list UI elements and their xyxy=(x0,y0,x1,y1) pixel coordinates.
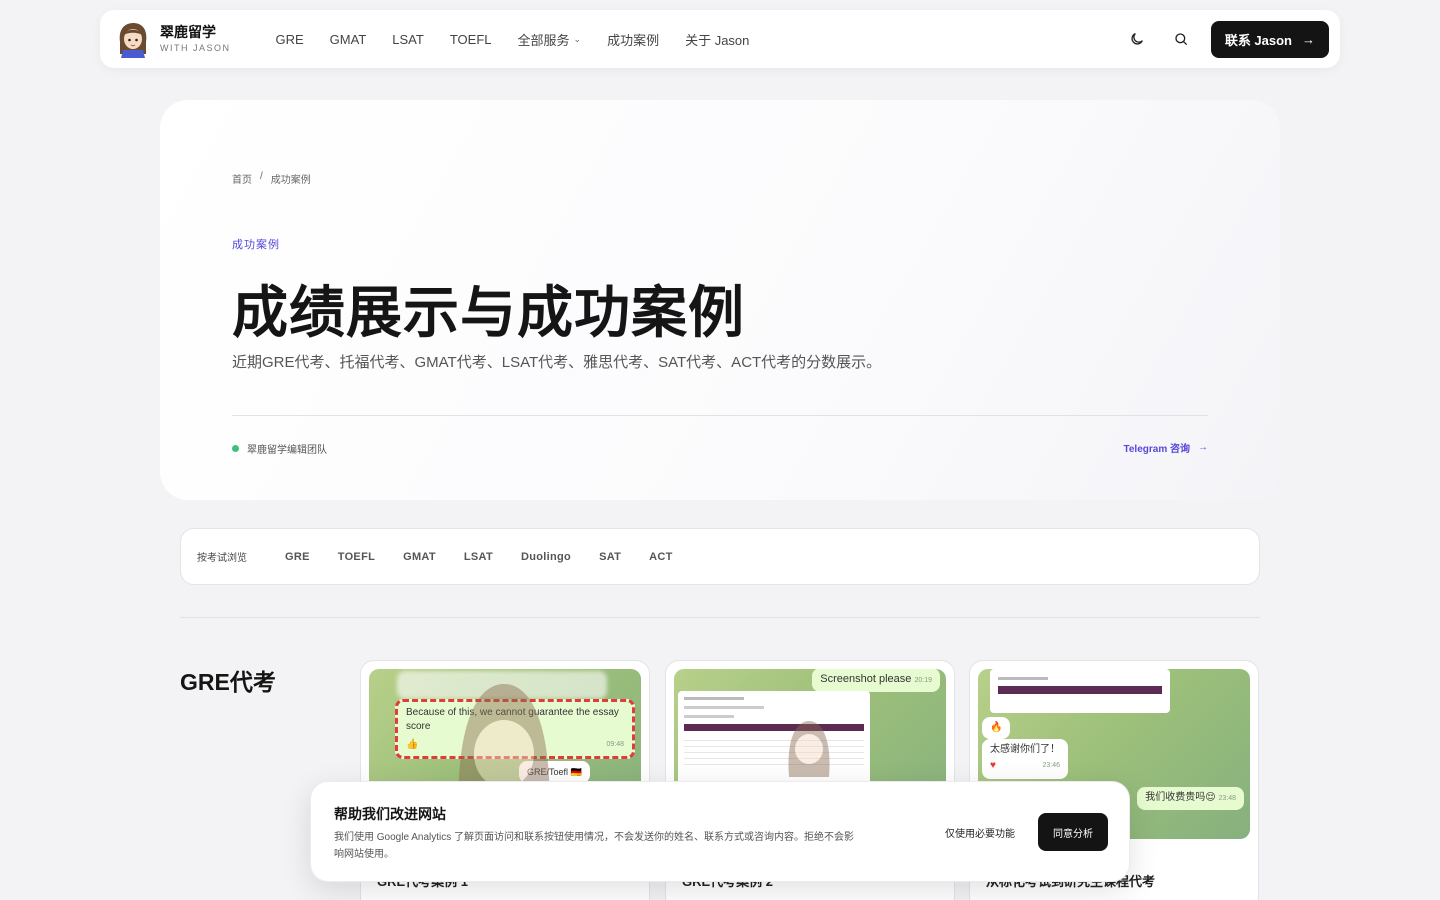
message-time: 23:48 xyxy=(1218,795,1236,802)
chevron-down-icon: ⌄ xyxy=(573,33,582,44)
message-time: 23:46 xyxy=(1042,762,1060,769)
filter-tag-gmat[interactable]: GMAT xyxy=(403,551,436,563)
brand-logo[interactable]: 翠鹿留学 WITH JASON xyxy=(114,20,231,58)
chat-message: 我们收费贵吗😌 xyxy=(1145,792,1216,803)
filter-tag-toefl[interactable]: TOEFL xyxy=(338,551,375,563)
cookie-title: 帮助我们改进网站 xyxy=(334,806,446,822)
main-nav: GRE GMAT LSAT TOEFL 全部服务 ⌄ 成功案例 关于 Jason xyxy=(276,30,750,49)
section-title-gre: GRE代考 xyxy=(180,669,276,695)
breadcrumb-home[interactable]: 首页 xyxy=(232,171,252,186)
author-info: 翠鹿留学编辑团队 xyxy=(232,441,327,456)
nav-link-label: GMAT xyxy=(329,31,367,47)
chat-message: 太感谢你们了！ xyxy=(990,744,1060,755)
nav-link-gmat[interactable]: GMAT xyxy=(330,30,367,49)
breadcrumb: 首页 / 成功案例 xyxy=(232,171,311,186)
watermark-avatar-icon xyxy=(788,721,830,777)
status-dot xyxy=(232,445,239,452)
top-nav: 翠鹿留学 WITH JASON GRE GMAT LSAT TOEFL 全部服务… xyxy=(100,10,1340,68)
nav-link-gre[interactable]: GRE xyxy=(276,30,304,49)
nav-link-lsat[interactable]: LSAT xyxy=(392,30,424,49)
section-divider xyxy=(180,617,1260,618)
contact-button-label: 联系 Jason xyxy=(1224,32,1292,48)
avatar xyxy=(114,20,152,58)
score-report-image xyxy=(990,669,1170,713)
nav-link-all-services[interactable]: 全部服务 ⌄ xyxy=(518,30,582,49)
nav-link-about[interactable]: 关于 Jason xyxy=(685,30,749,49)
chat-bubble: 太感谢你们了！ ♥ 23:46 xyxy=(982,739,1068,779)
moon-icon xyxy=(1131,33,1143,45)
fire-icon: 🔥 xyxy=(990,722,1003,733)
telegram-consult-link[interactable]: Telegram 咨询 → xyxy=(1124,440,1209,455)
arrow-right-icon: → xyxy=(1198,442,1208,453)
filter-tag-act[interactable]: ACT xyxy=(649,551,673,563)
message-time: 09:48 xyxy=(606,741,624,748)
filter-tag-duolingo[interactable]: Duolingo xyxy=(521,551,571,563)
contact-jason-button[interactable]: 联系 Jason → xyxy=(1210,20,1329,58)
cookie-consent-banner: 帮助我们改进网站 我们使用 Google Analytics 了解页面访问和联系… xyxy=(310,781,1130,882)
filter-tag-gre[interactable]: GRE xyxy=(285,551,310,563)
chat-bubble: Screenshot please 20:19 xyxy=(812,669,940,692)
hero-eyebrow: 成功案例 xyxy=(232,239,280,251)
nav-link-label: 成功案例 xyxy=(607,32,660,48)
breadcrumb-separator: / xyxy=(260,171,263,182)
heart-icon: ♥ xyxy=(990,760,996,771)
nav-link-label: 全部服务 xyxy=(517,32,570,48)
author-name: 翠鹿留学编辑团队 xyxy=(247,445,327,456)
search-icon xyxy=(1175,33,1187,45)
nav-link-cases[interactable]: 成功案例 xyxy=(607,30,659,49)
filter-label: 按考试浏览 xyxy=(197,553,247,564)
breadcrumb-current: 成功案例 xyxy=(270,175,311,186)
brand-name: 翠鹿留学 xyxy=(160,24,216,40)
exam-filter-bar: 按考试浏览 GRE TOEFL GMAT LSAT Duolingo SAT A… xyxy=(180,528,1260,585)
nav-link-label: 关于 Jason xyxy=(685,32,750,48)
message-time: 20:19 xyxy=(914,677,932,684)
hero-description: 近期GRE代考、托福代考、GMAT代考、LSAT代考、雅思代考、SAT代考、AC… xyxy=(232,354,882,371)
telegram-link-label: Telegram 咨询 xyxy=(1123,444,1191,455)
chat-message: Screenshot please xyxy=(820,673,912,685)
hero-divider xyxy=(232,415,1208,416)
necessary-only-button[interactable]: 仅使用必要功能 xyxy=(931,814,1029,850)
filter-tag-lsat[interactable]: LSAT xyxy=(464,551,493,563)
dark-mode-toggle[interactable] xyxy=(1115,21,1159,57)
nav-link-label: GRE xyxy=(275,31,304,47)
nav-link-label: LSAT xyxy=(392,31,424,47)
search-button[interactable] xyxy=(1159,21,1203,57)
cookie-description: 我们使用 Google Analytics 了解页面访问和联系按钮使用情况，不会… xyxy=(334,832,855,860)
thumbs-up-icon: 👍 xyxy=(406,739,419,750)
brand-tagline: WITH JASON xyxy=(160,43,231,53)
hero-section: 首页 / 成功案例 成功案例 成绩展示与成功案例 近期GRE代考、托福代考、GM… xyxy=(160,100,1280,500)
page-title: 成绩展示与成功案例 xyxy=(232,281,745,344)
chat-bubble: 🔥 xyxy=(982,717,1011,739)
filter-tag-sat[interactable]: SAT xyxy=(599,551,621,563)
chat-bubble: 我们收费贵吗😌 23:48 xyxy=(1137,787,1244,810)
accept-analytics-button[interactable]: 同意分析 xyxy=(1038,813,1108,851)
nav-link-label: TOEFL xyxy=(449,31,492,47)
nav-link-toefl[interactable]: TOEFL xyxy=(450,30,492,49)
arrow-right-icon: → xyxy=(1302,31,1315,47)
